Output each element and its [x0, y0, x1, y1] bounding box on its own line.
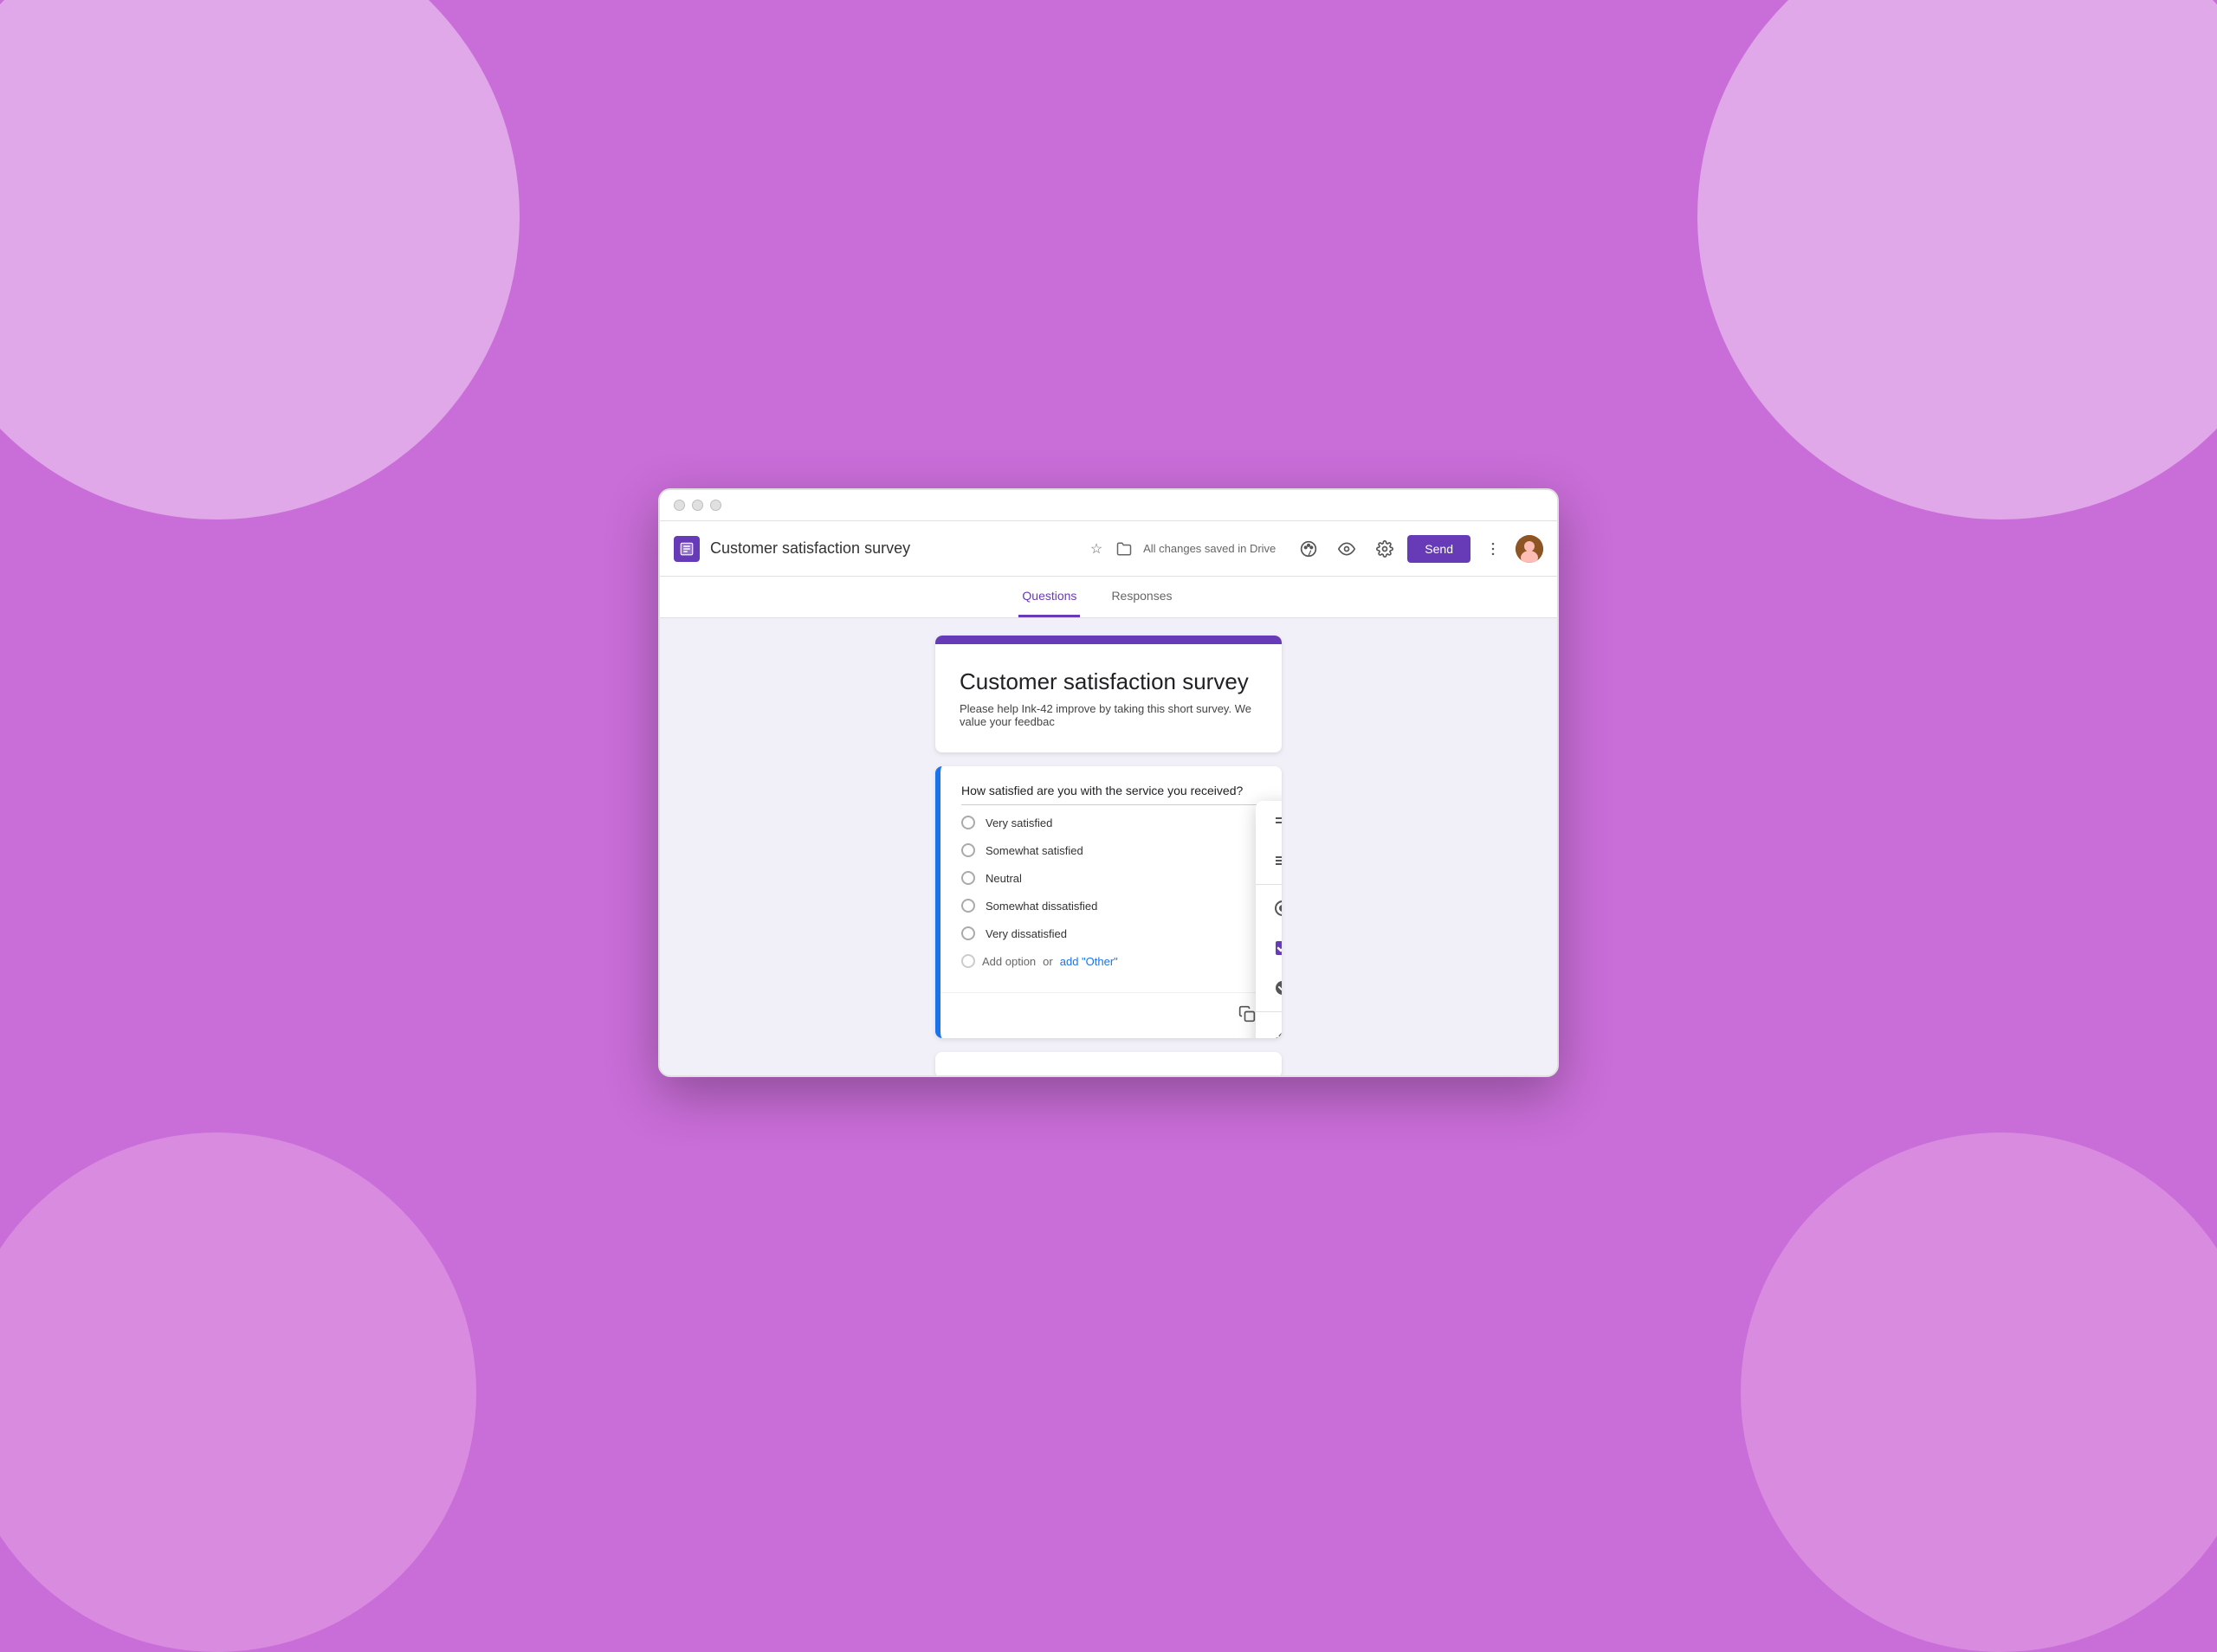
bg-decoration-tr	[1697, 0, 2217, 519]
option-row-1: Very satisfied	[961, 809, 1261, 836]
traffic-light-close[interactable]	[674, 500, 685, 511]
app-icon	[674, 536, 700, 562]
app-bar-actions: Send	[1293, 533, 1543, 565]
avatar[interactable]	[1516, 535, 1543, 563]
radio-add	[961, 954, 975, 968]
traffic-light-maximize[interactable]	[710, 500, 721, 511]
tab-responses[interactable]: Responses	[1108, 577, 1175, 617]
palette-button[interactable]	[1293, 533, 1324, 565]
option-row-2: Somewhat satisfied	[961, 836, 1261, 864]
folder-icon[interactable]	[1115, 540, 1133, 558]
question-card: How satisfied are you with the service y…	[935, 766, 1282, 1038]
menu-item-short-answer[interactable]: Short answer	[1256, 801, 1282, 841]
add-option-text[interactable]: Add option	[982, 955, 1036, 968]
bg-decoration-tl	[0, 0, 520, 519]
form-description: Please help Ink-42 improve by taking thi…	[960, 702, 1257, 728]
option-row-3: Neutral	[961, 864, 1261, 892]
checkboxes-icon	[1273, 939, 1282, 958]
app-title: Customer satisfaction survey	[710, 539, 1077, 558]
option-label-3: Neutral	[986, 872, 1022, 885]
question-body: How satisfied are you with the service y…	[940, 766, 1282, 992]
send-button[interactable]: Send	[1407, 535, 1470, 563]
tab-bar: Questions Responses	[660, 577, 1557, 618]
form-card-accent	[935, 636, 1282, 644]
title-bar	[660, 490, 1557, 521]
radio-1[interactable]	[961, 816, 975, 829]
question-footer	[940, 992, 1282, 1038]
option-row-4: Somewhat dissatisfied	[961, 892, 1261, 920]
menu-item-paragraph[interactable]: Paragraph	[1256, 841, 1282, 881]
radio-4[interactable]	[961, 899, 975, 913]
settings-button[interactable]	[1369, 533, 1400, 565]
option-row-5: Very dissatisfied	[961, 920, 1261, 947]
question-card-partial	[935, 1052, 1282, 1075]
traffic-lights	[674, 500, 721, 511]
dropdown-icon	[1273, 978, 1282, 997]
menu-item-multiple-choice[interactable]: Multiple choice	[1256, 888, 1282, 928]
menu-item-checkboxes[interactable]: Checkboxes	[1256, 928, 1282, 968]
app-bar: Customer satisfaction survey ☆ All chang…	[660, 521, 1557, 577]
tab-questions[interactable]: Questions	[1018, 577, 1080, 617]
paragraph-icon	[1273, 851, 1282, 870]
multiple-choice-icon	[1273, 899, 1282, 918]
option-label-4: Somewhat dissatisfied	[986, 900, 1097, 913]
saved-text: All changes saved in Drive	[1143, 542, 1276, 555]
traffic-light-minimize[interactable]	[692, 500, 703, 511]
form-card-body: Customer satisfaction survey Please help…	[935, 644, 1282, 752]
menu-item-file-upload[interactable]: File upload	[1256, 1016, 1282, 1038]
preview-button[interactable]	[1331, 533, 1362, 565]
add-other-link[interactable]: add "Other"	[1060, 955, 1118, 968]
menu-divider-2	[1256, 1011, 1282, 1012]
menu-item-dropdown[interactable]: Dropdown	[1256, 968, 1282, 1008]
short-answer-icon	[1273, 811, 1282, 830]
dropdown-menu: Short answer Paragraph	[1256, 801, 1282, 1038]
bg-decoration-br	[1741, 1133, 2217, 1652]
form-title-card: Customer satisfaction survey Please help…	[935, 636, 1282, 752]
option-label-1: Very satisfied	[986, 816, 1052, 829]
radio-2[interactable]	[961, 843, 975, 857]
star-icon[interactable]: ☆	[1088, 540, 1105, 558]
question-text: How satisfied are you with the service y…	[961, 784, 1261, 805]
or-text: or	[1043, 955, 1053, 968]
main-content: Customer satisfaction survey Please help…	[660, 618, 1557, 1075]
more-options-button[interactable]	[1477, 533, 1509, 565]
option-label-5: Very dissatisfied	[986, 927, 1067, 940]
form-title: Customer satisfaction survey	[960, 668, 1257, 695]
bg-decoration-bl	[0, 1133, 476, 1652]
browser-window: Customer satisfaction survey ☆ All chang…	[658, 488, 1559, 1077]
menu-divider-1	[1256, 884, 1282, 885]
radio-5[interactable]	[961, 926, 975, 940]
add-option-row: Add option or add "Other"	[961, 947, 1261, 975]
file-upload-icon	[1273, 1026, 1282, 1038]
option-label-2: Somewhat satisfied	[986, 844, 1083, 857]
radio-3[interactable]	[961, 871, 975, 885]
